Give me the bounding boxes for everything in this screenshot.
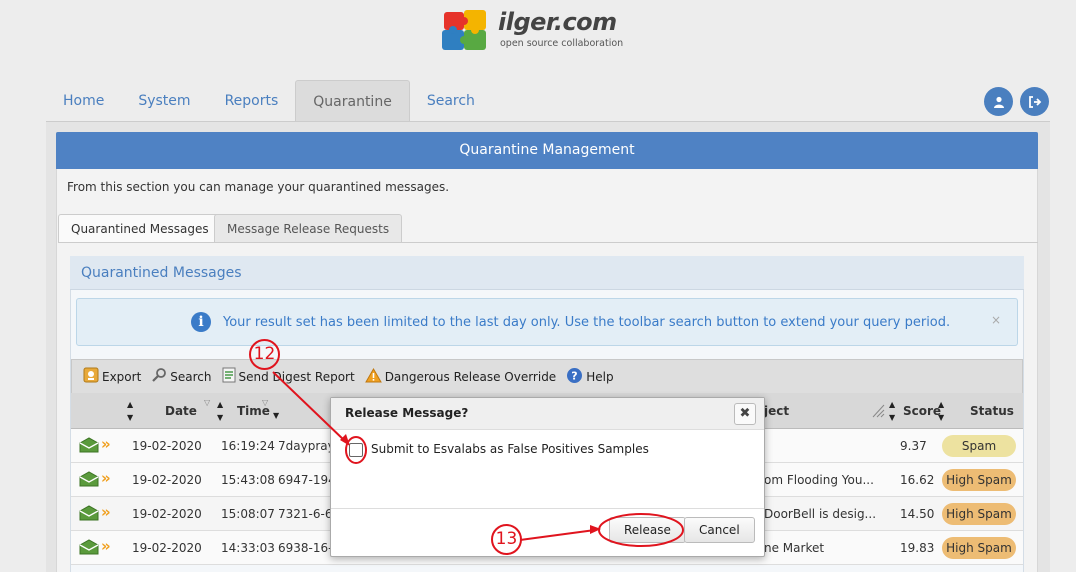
export-label: Export bbox=[102, 369, 142, 384]
row-score: 16.62 bbox=[900, 473, 935, 487]
help-icon: ? bbox=[566, 367, 583, 387]
score-sort-arrows-icon[interactable]: ▲ ▼ bbox=[889, 398, 895, 424]
export-button[interactable]: Export bbox=[80, 364, 144, 390]
search-icon bbox=[151, 367, 167, 386]
column-date[interactable]: Date bbox=[165, 393, 197, 429]
row-score: 14.50 bbox=[900, 507, 935, 521]
envelope-open-icon[interactable] bbox=[79, 539, 99, 558]
report-icon bbox=[222, 367, 236, 386]
puzzle-logo-icon bbox=[442, 10, 486, 50]
subtab-quarantined-messages[interactable]: Quarantined Messages bbox=[58, 214, 222, 243]
alert-close-icon[interactable]: × bbox=[991, 313, 1001, 327]
user-profile-button[interactable] bbox=[984, 87, 1013, 116]
info-icon: i bbox=[191, 312, 211, 332]
release-button[interactable]: Release bbox=[609, 517, 686, 543]
release-arrows-icon[interactable]: » bbox=[101, 503, 111, 521]
false-positive-label[interactable]: Submit to Esvalabs as False Positives Sa… bbox=[371, 442, 649, 456]
date-sort-arrows-icon[interactable]: ▲ ▼ bbox=[127, 398, 133, 424]
subtab-divider bbox=[58, 242, 1038, 243]
column-score[interactable]: Score bbox=[903, 393, 941, 429]
time-sort-arrows-icon[interactable]: ▲ ▼ bbox=[217, 398, 223, 424]
tab-search[interactable]: Search bbox=[410, 80, 492, 122]
send-digest-button[interactable]: Send Digest Report bbox=[219, 364, 358, 390]
messages-panel-title: Quarantined Messages bbox=[70, 256, 1024, 290]
info-alert: i Your result set has been limited to th… bbox=[76, 298, 1018, 346]
cancel-button[interactable]: Cancel bbox=[684, 517, 755, 543]
date-filter-icon[interactable]: ▽ bbox=[204, 396, 210, 409]
row-time: 15:08:07 bbox=[221, 507, 275, 521]
time-filter-icon[interactable]: ▽ bbox=[262, 396, 268, 409]
row-date: 19-02-2020 bbox=[132, 507, 202, 521]
search-button[interactable]: Search bbox=[148, 364, 214, 390]
row-date: 19-02-2020 bbox=[132, 541, 202, 555]
row-sender: 6938-16-6 bbox=[278, 541, 330, 555]
tab-system[interactable]: System bbox=[121, 80, 207, 122]
svg-text:?: ? bbox=[572, 369, 578, 382]
main-nav: Home System Reports Quarantine Search bbox=[46, 80, 492, 122]
status-badge: High Spam bbox=[942, 537, 1016, 559]
release-arrows-icon[interactable]: » bbox=[101, 469, 111, 487]
column-resize-icon[interactable] bbox=[871, 402, 885, 418]
row-score: 19.83 bbox=[900, 541, 935, 555]
annotation-badge-12: 12 bbox=[249, 339, 280, 370]
dialog-title: Release Message? bbox=[345, 406, 469, 420]
dialog-footer-divider bbox=[331, 508, 764, 509]
logout-button[interactable] bbox=[1020, 87, 1049, 116]
release-message-dialog: Release Message? ✖ Submit to Esvalabs as… bbox=[330, 397, 765, 557]
row-score: 9.37 bbox=[900, 439, 927, 453]
help-label: Help bbox=[586, 369, 614, 384]
tab-quarantine[interactable]: Quarantine bbox=[295, 80, 410, 122]
release-arrows-icon[interactable]: » bbox=[101, 537, 111, 555]
false-positive-checkbox[interactable] bbox=[349, 443, 363, 457]
brand-tagline: open source collaboration bbox=[500, 38, 624, 49]
user-icon bbox=[993, 96, 1004, 108]
search-label: Search bbox=[170, 369, 212, 384]
status-badge: Spam bbox=[942, 435, 1016, 457]
row-sender: 7321-6-68 bbox=[278, 507, 330, 521]
grid-toolbar: Export Search Send Digest Report Dangero… bbox=[71, 359, 1023, 394]
envelope-open-icon[interactable] bbox=[79, 471, 99, 490]
warning-icon bbox=[364, 367, 382, 386]
status-badge: High Spam bbox=[942, 469, 1016, 491]
row-subject: om Flooding You... bbox=[764, 473, 874, 487]
column-subject[interactable]: ject bbox=[764, 393, 789, 429]
export-icon bbox=[83, 367, 99, 386]
dialog-close-button[interactable]: ✖ bbox=[734, 403, 756, 425]
row-date: 19-02-2020 bbox=[132, 439, 202, 453]
annotation-badge-13: 13 bbox=[491, 524, 522, 555]
row-time: 14:33:03 bbox=[221, 541, 275, 555]
dialog-header: Release Message? ✖ bbox=[331, 398, 764, 430]
row-time: 16:19:24 bbox=[221, 439, 275, 453]
status-badge: High Spam bbox=[942, 503, 1016, 525]
dangerous-release-label: Dangerous Release Override bbox=[384, 369, 557, 384]
panel-title: Quarantine Management bbox=[56, 132, 1038, 169]
row-subject: ne Market bbox=[764, 541, 825, 555]
brand-logo: ilger.com open source collaboration bbox=[440, 8, 650, 52]
dangerous-release-button[interactable]: Dangerous Release Override bbox=[362, 364, 560, 390]
status-sort-arrows-icon[interactable]: ▲ ▼ bbox=[938, 398, 944, 424]
row-subject: DoorBell is desig... bbox=[764, 507, 877, 521]
tab-reports[interactable]: Reports bbox=[208, 80, 296, 122]
help-button[interactable]: ? Help bbox=[563, 364, 616, 390]
alert-text: Your result set has been limited to the … bbox=[223, 315, 951, 330]
brand-name: ilger.com bbox=[498, 8, 617, 36]
row-time: 15:43:08 bbox=[221, 473, 275, 487]
subtab-release-requests[interactable]: Message Release Requests bbox=[214, 214, 403, 243]
envelope-open-icon[interactable] bbox=[79, 505, 99, 524]
logout-icon bbox=[1028, 95, 1041, 108]
row-date: 19-02-2020 bbox=[132, 473, 202, 487]
row-sender: 7daypraye bbox=[278, 439, 330, 453]
panel-description: From this section you can manage your qu… bbox=[67, 180, 450, 194]
row-sender: 6947-194 bbox=[278, 473, 330, 487]
send-digest-label: Send Digest Report bbox=[238, 369, 355, 384]
envelope-open-icon[interactable] bbox=[79, 437, 99, 456]
release-arrows-icon[interactable]: » bbox=[101, 435, 111, 453]
sender-sort-arrow-icon[interactable]: ▼ bbox=[273, 409, 279, 422]
tab-home[interactable]: Home bbox=[46, 80, 121, 122]
column-status[interactable]: Status bbox=[970, 393, 1014, 429]
